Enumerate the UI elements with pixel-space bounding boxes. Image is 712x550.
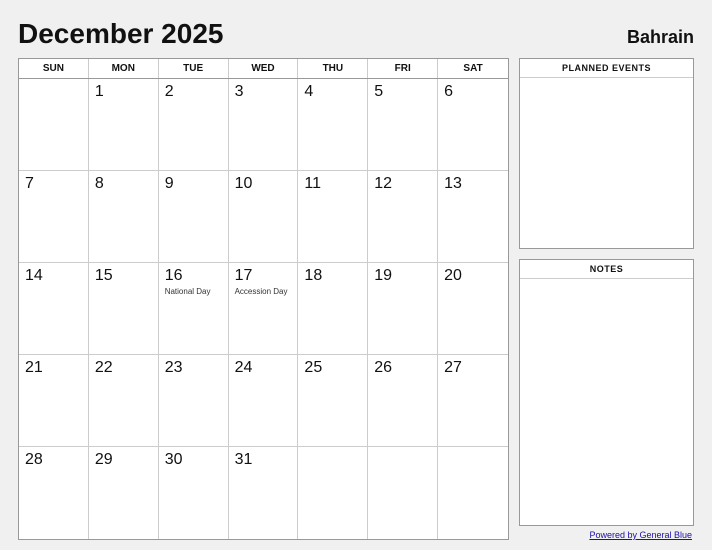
calendar-cell: 11 xyxy=(298,171,368,263)
cell-day-number: 16 xyxy=(165,267,222,285)
page: December 2025 Bahrain SUNMONTUEWEDTHUFRI… xyxy=(0,0,712,550)
main-content: SUNMONTUEWEDTHUFRISAT 123456789101112131… xyxy=(18,58,694,540)
calendar-cell: 4 xyxy=(298,79,368,171)
calendar-cell: 15 xyxy=(89,263,159,355)
calendar-cell xyxy=(368,447,438,539)
cell-day-number: 1 xyxy=(95,83,152,101)
calendar-cell: 3 xyxy=(229,79,299,171)
day-headers: SUNMONTUEWEDTHUFRISAT xyxy=(19,59,508,79)
cell-day-number: 12 xyxy=(374,175,431,193)
country-title: Bahrain xyxy=(627,27,694,48)
cell-day-number: 5 xyxy=(374,83,431,101)
calendar-cell: 6 xyxy=(438,79,508,171)
cell-day-number: 23 xyxy=(165,359,222,377)
calendar-cell: 21 xyxy=(19,355,89,447)
calendar-cell: 16 National Day xyxy=(159,263,229,355)
cell-day-number: 15 xyxy=(95,267,152,285)
calendar-cell: 22 xyxy=(89,355,159,447)
day-header-fri: FRI xyxy=(368,59,438,78)
cell-day-number: 10 xyxy=(235,175,292,193)
calendar-cell: 18 xyxy=(298,263,368,355)
calendar-cell: 30 xyxy=(159,447,229,539)
cell-day-number: 13 xyxy=(444,175,502,193)
cell-day-number: 20 xyxy=(444,267,502,285)
calendar-cell: 10 xyxy=(229,171,299,263)
calendar-cell: 2 xyxy=(159,79,229,171)
cell-day-number: 19 xyxy=(374,267,431,285)
cell-day-number: 30 xyxy=(165,451,222,469)
cell-day-number: 4 xyxy=(304,83,361,101)
day-header-sat: SAT xyxy=(438,59,508,78)
month-title: December 2025 xyxy=(18,18,223,50)
cell-event: Accession Day xyxy=(235,287,292,297)
day-header-tue: TUE xyxy=(159,59,229,78)
calendar-cell: 28 xyxy=(19,447,89,539)
cell-day-number: 21 xyxy=(25,359,82,377)
calendar-cell: 27 xyxy=(438,355,508,447)
cell-day-number: 22 xyxy=(95,359,152,377)
cell-day-number: 18 xyxy=(304,267,361,285)
calendar-cell: 25 xyxy=(298,355,368,447)
notes-box: NOTES xyxy=(519,259,694,526)
cell-day-number: 11 xyxy=(304,175,361,193)
cell-day-number: 2 xyxy=(165,83,222,101)
calendar-cell: 20 xyxy=(438,263,508,355)
footer: Powered by General Blue xyxy=(519,526,694,540)
calendar-cell: 17 Accession Day xyxy=(229,263,299,355)
day-header-mon: MON xyxy=(89,59,159,78)
cell-day-number: 31 xyxy=(235,451,292,469)
calendar-cell: 8 xyxy=(89,171,159,263)
cell-day-number: 17 xyxy=(235,267,292,285)
cell-day-number: 7 xyxy=(25,175,82,193)
cell-day-number: 8 xyxy=(95,175,152,193)
calendar-cell: 9 xyxy=(159,171,229,263)
notes-content xyxy=(520,279,693,409)
calendar-cell: 23 xyxy=(159,355,229,447)
calendar-section: SUNMONTUEWEDTHUFRISAT 123456789101112131… xyxy=(18,58,509,540)
cell-day-number: 26 xyxy=(374,359,431,377)
calendar-cell: 29 xyxy=(89,447,159,539)
calendar-cell xyxy=(19,79,89,171)
calendar-cell: 31 xyxy=(229,447,299,539)
cell-day-number: 27 xyxy=(444,359,502,377)
cell-day-number: 6 xyxy=(444,83,502,101)
day-header-wed: WED xyxy=(229,59,299,78)
planned-events-box: PLANNED EVENTS xyxy=(519,58,694,249)
header: December 2025 Bahrain xyxy=(18,18,694,50)
cell-event: National Day xyxy=(165,287,222,297)
calendar-cell xyxy=(298,447,368,539)
day-header-thu: THU xyxy=(298,59,368,78)
cell-day-number: 9 xyxy=(165,175,222,193)
calendar-cell xyxy=(438,447,508,539)
calendar-cell: 19 xyxy=(368,263,438,355)
calendar-cell: 26 xyxy=(368,355,438,447)
cell-day-number: 14 xyxy=(25,267,82,285)
cell-day-number: 24 xyxy=(235,359,292,377)
calendar-grid: 12345678910111213141516National Day17Acc… xyxy=(19,79,508,539)
cell-day-number: 28 xyxy=(25,451,82,469)
calendar-cell: 12 xyxy=(368,171,438,263)
powered-by-link[interactable]: Powered by General Blue xyxy=(589,530,692,540)
planned-events-title: PLANNED EVENTS xyxy=(520,59,693,78)
notes-title: NOTES xyxy=(520,260,693,279)
calendar-cell: 13 xyxy=(438,171,508,263)
calendar-cell: 5 xyxy=(368,79,438,171)
calendar-cell: 1 xyxy=(89,79,159,171)
calendar-cell: 7 xyxy=(19,171,89,263)
day-header-sun: SUN xyxy=(19,59,89,78)
sidebar: PLANNED EVENTS NOTES Powered by General … xyxy=(519,58,694,540)
cell-day-number: 3 xyxy=(235,83,292,101)
cell-day-number: 25 xyxy=(304,359,361,377)
cell-day-number: 29 xyxy=(95,451,152,469)
calendar-cell: 14 xyxy=(19,263,89,355)
calendar-cell: 24 xyxy=(229,355,299,447)
planned-events-content xyxy=(520,78,693,248)
